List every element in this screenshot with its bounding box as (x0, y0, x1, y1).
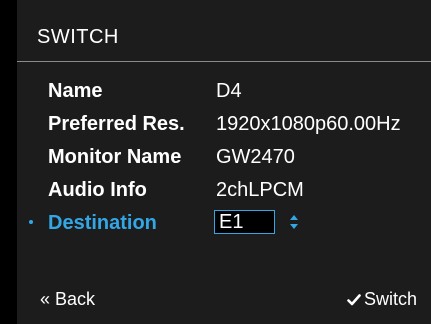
switch-panel: SWITCH Name D4 Preferred Res. 1920x1080p… (17, 0, 431, 324)
property-label: Preferred Res. (48, 113, 185, 135)
property-value: 1920x1080p60.00Hz (216, 113, 401, 135)
property-label: Audio Info (48, 179, 147, 201)
property-row-preferred-res: Preferred Res. 1920x1080p60.00Hz (17, 109, 431, 139)
panel-header: SWITCH (17, 0, 431, 62)
property-label: Monitor Name (48, 146, 182, 168)
property-row-audio-info: Audio Info 2chLPCM (17, 175, 431, 205)
property-value: 2chLPCM (216, 179, 304, 201)
property-value: GW2470 (216, 146, 295, 168)
back-button[interactable]: « Back (40, 288, 95, 310)
destination-value: E1 (219, 211, 244, 233)
footer-bar: « Back Switch (17, 286, 431, 314)
page-title: SWITCH (37, 26, 119, 48)
destination-row[interactable]: Destination E1 (17, 208, 431, 238)
destination-input[interactable]: E1 (214, 210, 275, 234)
destination-label: Destination (48, 212, 157, 234)
header-divider (17, 61, 431, 62)
checkmark-icon (347, 294, 361, 306)
up-down-spinner-icon[interactable] (289, 214, 299, 230)
property-value: D4 (216, 80, 242, 102)
property-row-name: Name D4 (17, 76, 431, 106)
property-label: Name (48, 80, 103, 102)
selection-bullet-icon (29, 220, 33, 224)
switch-button-label: Switch (364, 289, 418, 309)
property-row-monitor-name: Monitor Name GW2470 (17, 142, 431, 172)
switch-button[interactable]: Switch (347, 288, 417, 310)
